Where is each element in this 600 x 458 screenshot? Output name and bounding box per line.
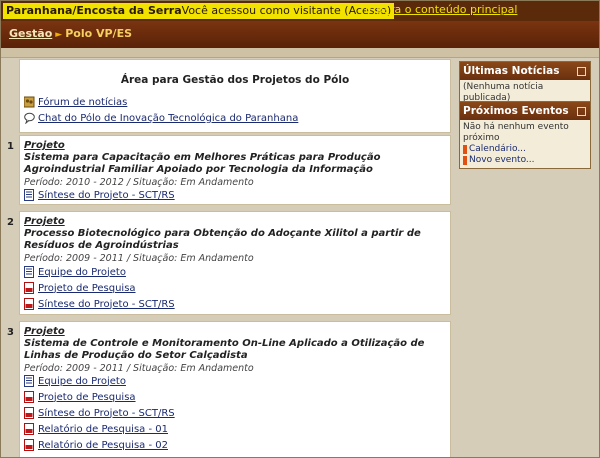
events-block-header: Próximos Eventos bbox=[460, 102, 590, 120]
pdf-icon bbox=[24, 298, 34, 310]
pdf-icon bbox=[24, 407, 34, 419]
project-panel-3: Projeto Sistema de Controle e Monitorame… bbox=[19, 321, 451, 457]
project-research-link-label: Projeto de Pesquisa bbox=[38, 391, 136, 403]
project-label[interactable]: Projeto bbox=[24, 326, 65, 337]
visitor-text: Você acessou como visitante ( bbox=[181, 4, 349, 17]
project-number: 3 bbox=[7, 327, 14, 338]
project-summary-link-label: Síntese do Projeto - SCT/RS bbox=[38, 407, 175, 419]
project-doc-link[interactable]: Síntese do Projeto - SCT/RS bbox=[24, 189, 175, 201]
project-summary-link[interactable]: Síntese do Projeto - SCT/RS bbox=[24, 298, 175, 310]
skip-to-content-link[interactable]: Ir para o conteúdo principal bbox=[365, 4, 517, 16]
project-report-1-link-label: Relatório de Pesquisa - 01 bbox=[38, 423, 168, 435]
events-block-body: Não há nenhum evento próximo Calendário.… bbox=[460, 120, 590, 168]
project-team-link-label: Equipe do Projeto bbox=[38, 375, 126, 387]
news-block-title: Últimas Notícias bbox=[463, 65, 560, 77]
sub-header-strip bbox=[1, 48, 599, 58]
events-empty-line1: Não há nenhum evento bbox=[463, 122, 569, 132]
new-event-icon bbox=[463, 156, 467, 165]
project-doc-link-label: Síntese do Projeto - SCT/RS bbox=[38, 189, 175, 201]
pdf-icon bbox=[24, 391, 34, 403]
project-report-2-link[interactable]: Relatório de Pesquisa - 02 bbox=[24, 439, 168, 451]
site-title[interactable]: Paranhana/Encosta da Serra bbox=[6, 4, 182, 17]
project-research-link[interactable]: Projeto de Pesquisa bbox=[24, 391, 136, 403]
top-bar: Paranhana/Encosta da SerraVocê acessou c… bbox=[1, 1, 599, 21]
calendar-link-label: Calendário... bbox=[469, 144, 526, 154]
project-panel-2: Projeto Processo Biotecnológico para Obt… bbox=[19, 211, 451, 315]
events-empty-line2: próximo bbox=[463, 133, 500, 143]
breadcrumb-arrow-icon: ► bbox=[55, 30, 63, 40]
breadcrumb: Gestão ► Polo VP/ES bbox=[9, 27, 132, 42]
pdf-icon bbox=[24, 423, 34, 435]
news-block-header: Últimas Notícias bbox=[460, 62, 590, 80]
events-block-title: Próximos Eventos bbox=[463, 105, 569, 117]
nav-bar: Gestão ► Polo VP/ES bbox=[1, 21, 599, 48]
project-panel-1: Projeto Sistema para Capacitação em Melh… bbox=[19, 135, 451, 205]
project-team-link[interactable]: Equipe do Projeto bbox=[24, 266, 126, 278]
document-icon bbox=[24, 375, 34, 387]
skip-link-text: para o conteúdo principal bbox=[376, 3, 518, 16]
area-title: Área para Gestão dos Projetos do Pólo bbox=[120, 74, 350, 86]
document-icon bbox=[24, 266, 34, 278]
project-research-link[interactable]: Projeto de Pesquisa bbox=[24, 282, 136, 294]
project-team-link[interactable]: Equipe do Projeto bbox=[24, 375, 126, 387]
calendar-link[interactable]: Calendário... bbox=[463, 144, 587, 155]
document-icon bbox=[24, 189, 34, 201]
calendar-icon bbox=[463, 145, 467, 154]
events-block: Próximos Eventos Não há nenhum evento pr… bbox=[459, 101, 591, 169]
pdf-icon bbox=[24, 439, 34, 451]
forum-link-label: Fórum de notícias bbox=[38, 96, 128, 108]
project-summary-link[interactable]: Síntese do Projeto - SCT/RS bbox=[24, 407, 175, 419]
project-period: Período: 2009 - 2011 / Situação: Em Anda… bbox=[24, 253, 254, 264]
project-title: Processo Biotecnológico para Obtenção do… bbox=[24, 228, 421, 251]
breadcrumb-root[interactable]: Gestão bbox=[9, 27, 52, 40]
forum-link[interactable]: Fórum de notícias bbox=[24, 96, 127, 108]
site-title-bar: Paranhana/Encosta da SerraVocê acessou c… bbox=[3, 3, 395, 19]
chat-link-label: Chat do Pólo de Inovação Tecnológica do … bbox=[38, 112, 299, 124]
new-event-link[interactable]: Novo evento... bbox=[463, 155, 587, 166]
main-content: Área para Gestão dos Projetos do Pólo Fó… bbox=[7, 59, 451, 457]
breadcrumb-current: Polo VP/ES bbox=[65, 27, 133, 40]
collapse-icon[interactable] bbox=[577, 67, 586, 76]
pdf-icon bbox=[24, 282, 34, 294]
news-empty-text: (Nenhuma notícia publicada) bbox=[463, 82, 544, 103]
project-report-2-link-label: Relatório de Pesquisa - 02 bbox=[38, 439, 168, 451]
project-team-link-label: Equipe do Projeto bbox=[38, 266, 126, 278]
collapse-icon[interactable] bbox=[577, 107, 586, 116]
project-period: Período: 2009 - 2011 / Situação: Em Anda… bbox=[24, 363, 254, 374]
project-summary-link-label: Síntese do Projeto - SCT/RS bbox=[38, 298, 175, 310]
project-title: Sistema para Capacitação em Melhores Prá… bbox=[24, 152, 381, 175]
project-label[interactable]: Projeto bbox=[24, 140, 65, 151]
page-frame: Paranhana/Encosta da SerraVocê acessou c… bbox=[0, 0, 600, 458]
project-title: Sistema de Controle e Monitoramento On-L… bbox=[24, 338, 425, 361]
chat-link[interactable]: Chat do Pólo de Inovação Tecnológica do … bbox=[24, 112, 298, 124]
forum-icon bbox=[24, 96, 35, 108]
project-number: 1 bbox=[7, 141, 14, 152]
project-label[interactable]: Projeto bbox=[24, 216, 65, 227]
area-panel: Área para Gestão dos Projetos do Pólo Fó… bbox=[19, 59, 451, 133]
project-research-link-label: Projeto de Pesquisa bbox=[38, 282, 136, 294]
skip-prefix: Ir bbox=[365, 3, 373, 16]
new-event-link-label: Novo evento... bbox=[469, 155, 535, 165]
project-period: Período: 2010 - 2012 / Situação: Em Anda… bbox=[24, 177, 254, 188]
project-report-1-link[interactable]: Relatório de Pesquisa - 01 bbox=[24, 423, 168, 435]
project-number: 2 bbox=[7, 217, 14, 228]
chat-icon bbox=[24, 112, 35, 124]
